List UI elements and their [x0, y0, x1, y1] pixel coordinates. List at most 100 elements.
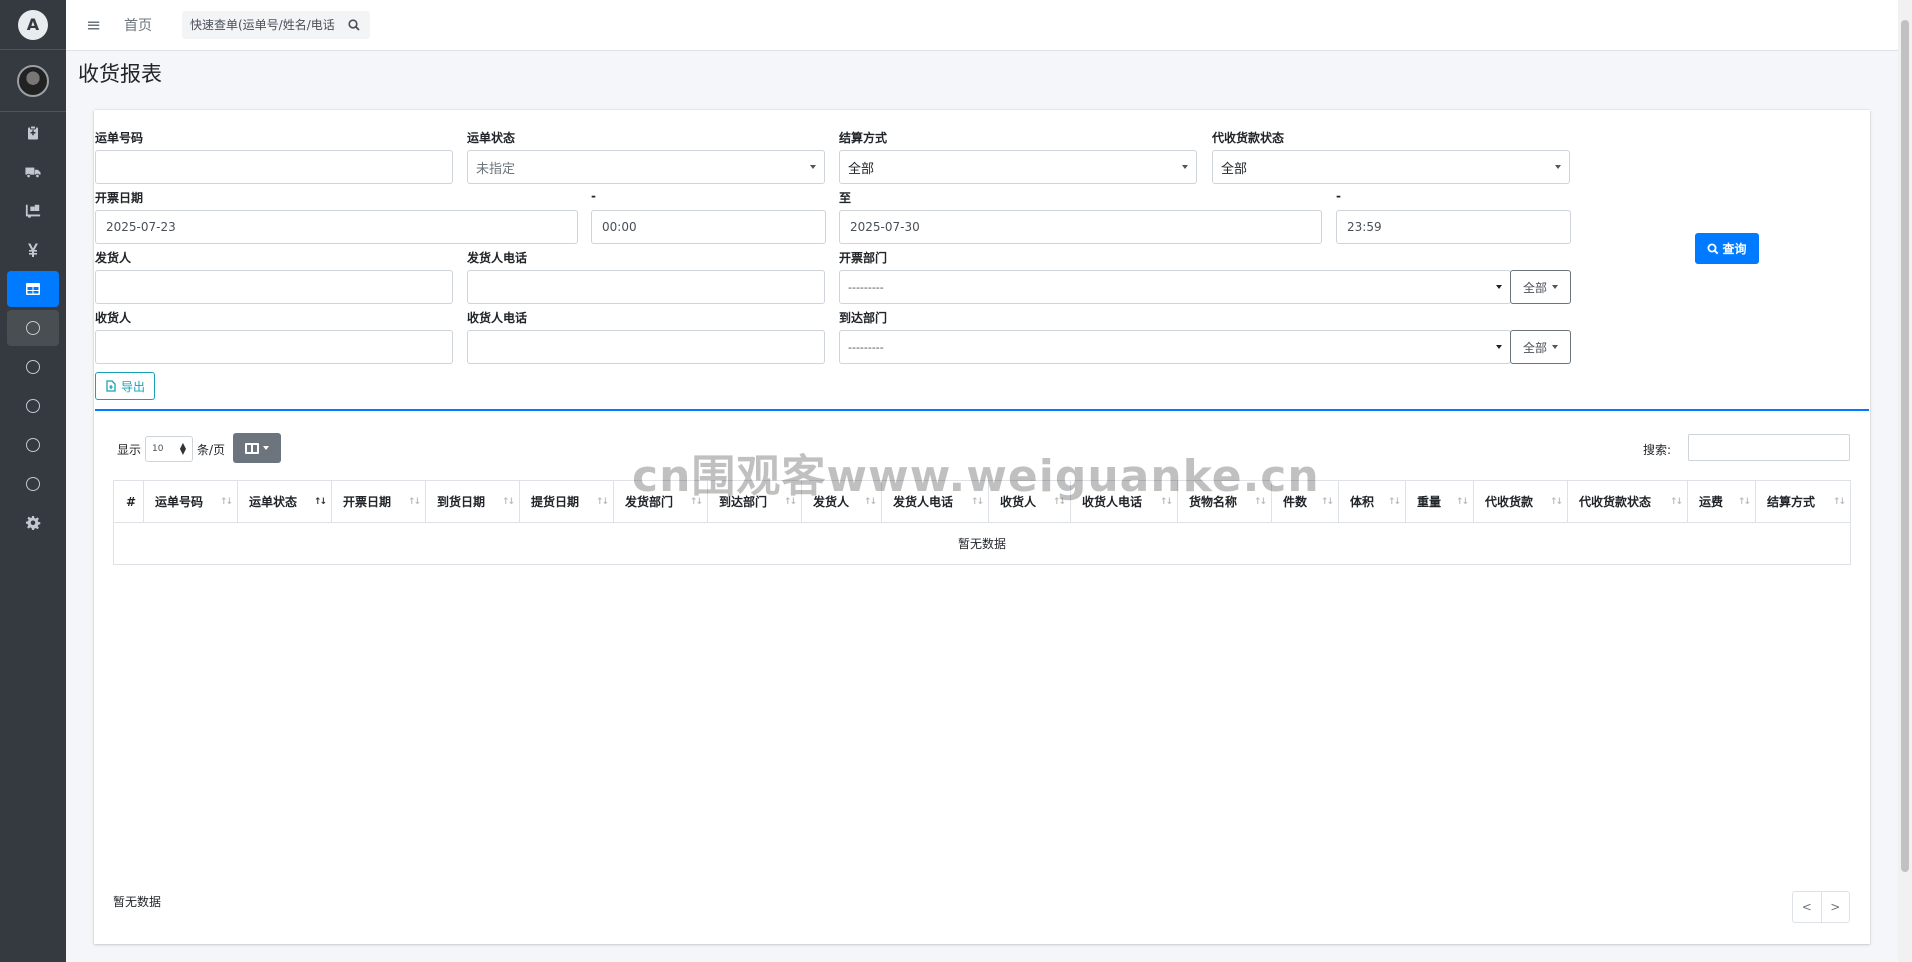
column-header-label: 到达部门 — [719, 495, 768, 509]
avatar-image — [17, 64, 49, 97]
truck-icon[interactable] — [7, 154, 59, 190]
waybill-no-label: 运单号码 — [95, 131, 144, 145]
column-header-label: 收货人电话 — [1082, 495, 1143, 509]
next-page-button[interactable]: > — [1822, 892, 1850, 922]
page-size-value: 10 — [152, 444, 164, 454]
dolly-icon[interactable] — [7, 193, 59, 229]
search-icon[interactable] — [342, 19, 366, 31]
column-header[interactable]: 发货人 ↑↓ — [801, 480, 882, 523]
query-button[interactable]: 查询 — [1695, 233, 1759, 264]
circle-icon[interactable] — [7, 466, 59, 502]
circle-icon[interactable] — [7, 310, 59, 346]
column-header-label: 代收货款 — [1485, 495, 1534, 509]
waybill-no-input[interactable] — [95, 150, 453, 184]
sort-icon: ↑↓ — [1832, 497, 1846, 507]
page-scrollbar[interactable] — [1898, 0, 1912, 962]
settle-method-value: 全部 — [848, 161, 875, 177]
columns-toggle-button[interactable] — [233, 433, 281, 463]
invoice-dept-scope-button[interactable]: 全部 — [1510, 270, 1571, 304]
quick-search-input[interactable] — [182, 11, 342, 39]
column-header[interactable]: 代收货款 ↑↓ — [1473, 480, 1568, 523]
consignee-phone-input[interactable] — [467, 330, 825, 364]
column-header-label: 重量 — [1417, 495, 1442, 509]
chevron-down-icon — [1496, 285, 1502, 289]
waybill-status-label: 运单状态 — [467, 131, 516, 145]
page-size-select[interactable]: 10 ▲ ▼ — [145, 436, 193, 462]
column-header[interactable]: 到达部门 ↑↓ — [707, 480, 802, 523]
arrival-dept-scope-label: 全部 — [1522, 340, 1547, 355]
column-header[interactable]: 开票日期 ↑↓ — [331, 480, 426, 523]
chevron-down-icon — [263, 446, 269, 450]
pagination: < > — [1792, 891, 1850, 923]
column-header[interactable]: 结算方式 ↑↓ — [1755, 480, 1851, 523]
column-header[interactable]: 运费 ↑↓ — [1687, 480, 1756, 523]
shipper-label: 发货人 — [95, 251, 132, 265]
search-label: 搜索: — [1643, 443, 1672, 457]
waybill-status-select[interactable]: 未指定 — [467, 150, 825, 184]
sort-icon: ↑↓ — [970, 497, 984, 507]
date-from-input[interactable]: 2025-07-23 — [95, 210, 578, 244]
sort-icon: ↑↓ — [1387, 497, 1401, 507]
logo-icon: A — [18, 9, 48, 40]
date-to-input[interactable]: 2025-07-30 — [839, 210, 1322, 244]
column-header-label: 货物名称 — [1189, 495, 1238, 509]
invoice-dept-label: 开票部门 — [839, 251, 888, 265]
column-header[interactable]: 件数 ↑↓ — [1271, 480, 1339, 523]
sort-icon: ↑↓ — [1320, 497, 1334, 507]
column-header[interactable]: 代收货款状态 ↑↓ — [1567, 480, 1688, 523]
column-header[interactable]: 体积 ↑↓ — [1338, 480, 1406, 523]
invoice-dept-select[interactable]: --------- — [839, 270, 1511, 304]
column-header[interactable]: 提货日期 ↑↓ — [519, 480, 614, 523]
export-button[interactable]: 导出 — [95, 372, 155, 400]
arrival-dept-scope-button[interactable]: 全部 — [1510, 330, 1571, 364]
sort-icon: ↑↓ — [219, 497, 233, 507]
circle-icon[interactable] — [7, 349, 59, 385]
sort-icon: ↑↓ — [783, 497, 797, 507]
column-header-label: 代收货款状态 — [1579, 495, 1652, 509]
column-header-label: 开票日期 — [343, 495, 392, 509]
menu-toggle-icon[interactable]: ≡ — [86, 15, 108, 36]
table-icon[interactable] — [7, 271, 59, 307]
column-header[interactable]: 重量 ↑↓ — [1405, 480, 1474, 523]
prev-page-button[interactable]: < — [1793, 892, 1822, 922]
time-to-input[interactable]: 23:59 — [1336, 210, 1571, 244]
consignee-input[interactable] — [95, 330, 453, 364]
settle-method-select[interactable]: 全部 — [839, 150, 1197, 184]
column-header[interactable]: 货物名称 ↑↓ — [1177, 480, 1272, 523]
invoice-dept-scope-label: 全部 — [1522, 280, 1547, 295]
sort-icon: ↑↓ — [1253, 497, 1267, 507]
home-link[interactable]: 首页 — [124, 15, 152, 35]
arrival-dept-select[interactable]: --------- — [839, 330, 1511, 364]
circle-icon[interactable] — [7, 427, 59, 463]
chevron-down-icon — [1552, 345, 1558, 349]
sort-icon: ↑↓ — [501, 497, 515, 507]
shipper-input[interactable] — [95, 270, 453, 304]
column-header-label: 结算方式 — [1767, 495, 1816, 509]
column-header[interactable]: 到货日期 ↑↓ — [425, 480, 520, 523]
sort-icon: ↑↓ — [1052, 497, 1066, 507]
clipboard-icon[interactable] — [7, 115, 59, 151]
gear-icon[interactable] — [7, 505, 59, 541]
yen-icon[interactable] — [7, 232, 59, 268]
column-header[interactable]: 运单状态 ↑↓ — [237, 480, 332, 523]
table-search-input[interactable] — [1688, 434, 1850, 461]
column-header-label: 发货人电话 — [893, 495, 954, 509]
cod-status-select[interactable]: 全部 — [1212, 150, 1570, 184]
time-from-input[interactable]: 00:00 — [591, 210, 826, 244]
dash-label: - — [1336, 189, 1341, 203]
empty-table-message: 暂无数据 — [113, 522, 1851, 565]
user-avatar[interactable] — [0, 50, 66, 112]
cod-status-value: 全部 — [1221, 161, 1248, 177]
shipper-phone-input[interactable] — [467, 270, 825, 304]
sort-icon: ↑↓ — [689, 497, 703, 507]
column-header[interactable]: 运单号码 ↑↓ — [143, 480, 238, 523]
export-button-label: 导出 — [120, 379, 145, 394]
app-logo[interactable]: A — [0, 0, 66, 50]
per-page-label: 条/页 — [197, 443, 226, 457]
column-header[interactable]: 收货人 ↑↓ — [988, 480, 1071, 523]
circle-icon[interactable] — [7, 388, 59, 424]
column-header[interactable]: 发货部门 ↑↓ — [613, 480, 708, 523]
column-header[interactable]: 收货人电话 ↑↓ — [1070, 480, 1178, 523]
column-header[interactable]: 发货人电话 ↑↓ — [881, 480, 989, 523]
consignee-label: 收货人 — [95, 311, 132, 325]
